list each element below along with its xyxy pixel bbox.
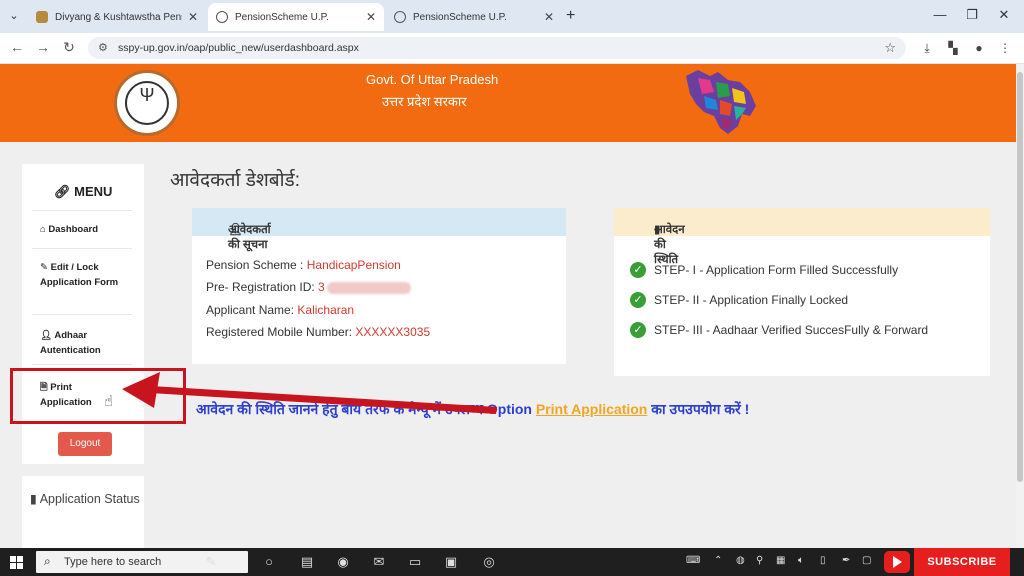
notification-icon[interactable]: ▢ bbox=[862, 555, 871, 566]
show-hidden-icons-chevron-icon[interactable]: ⌃ bbox=[714, 555, 722, 566]
task-view-icon[interactable]: ○ bbox=[260, 553, 278, 571]
tray-app-icon[interactable]: ◍ bbox=[736, 555, 745, 566]
widgets-icon[interactable]: ▤ bbox=[298, 553, 316, 571]
file-explorer-icon[interactable]: ▭ bbox=[406, 553, 424, 571]
hand-cursor-icon: ☝︎ bbox=[104, 393, 114, 410]
battery-icon[interactable]: ▯ bbox=[820, 555, 826, 566]
volume-icon[interactable]: 🔈︎ bbox=[798, 555, 804, 566]
store-icon[interactable]: ▣ bbox=[442, 553, 460, 571]
search-icon: ⌕ bbox=[44, 554, 51, 568]
edge-browser-icon[interactable]: ◉ bbox=[334, 553, 352, 571]
chrome-browser-icon[interactable]: ◎ bbox=[480, 553, 498, 571]
location-icon[interactable]: ⚲ bbox=[756, 555, 763, 566]
subscribe-button[interactable]: SUBSCRIBE bbox=[914, 548, 1010, 576]
search-highlight-icon[interactable]: ✎ bbox=[202, 553, 220, 571]
keyboard-icon[interactable]: ⌨ bbox=[686, 555, 700, 566]
windows-taskbar: ⌕ Type here to search ✎ ○ ▤ ◉ ✉ ▭ ▣ ◎ ⌨ … bbox=[0, 548, 1024, 576]
mail-icon[interactable]: ✉ bbox=[370, 553, 388, 571]
windows-start-icon[interactable] bbox=[10, 556, 23, 569]
pen-icon[interactable]: ✒ bbox=[842, 555, 850, 566]
network-icon[interactable]: ▦ bbox=[776, 555, 785, 566]
annotation-arrow bbox=[122, 372, 497, 414]
youtube-logo-icon bbox=[884, 551, 910, 573]
